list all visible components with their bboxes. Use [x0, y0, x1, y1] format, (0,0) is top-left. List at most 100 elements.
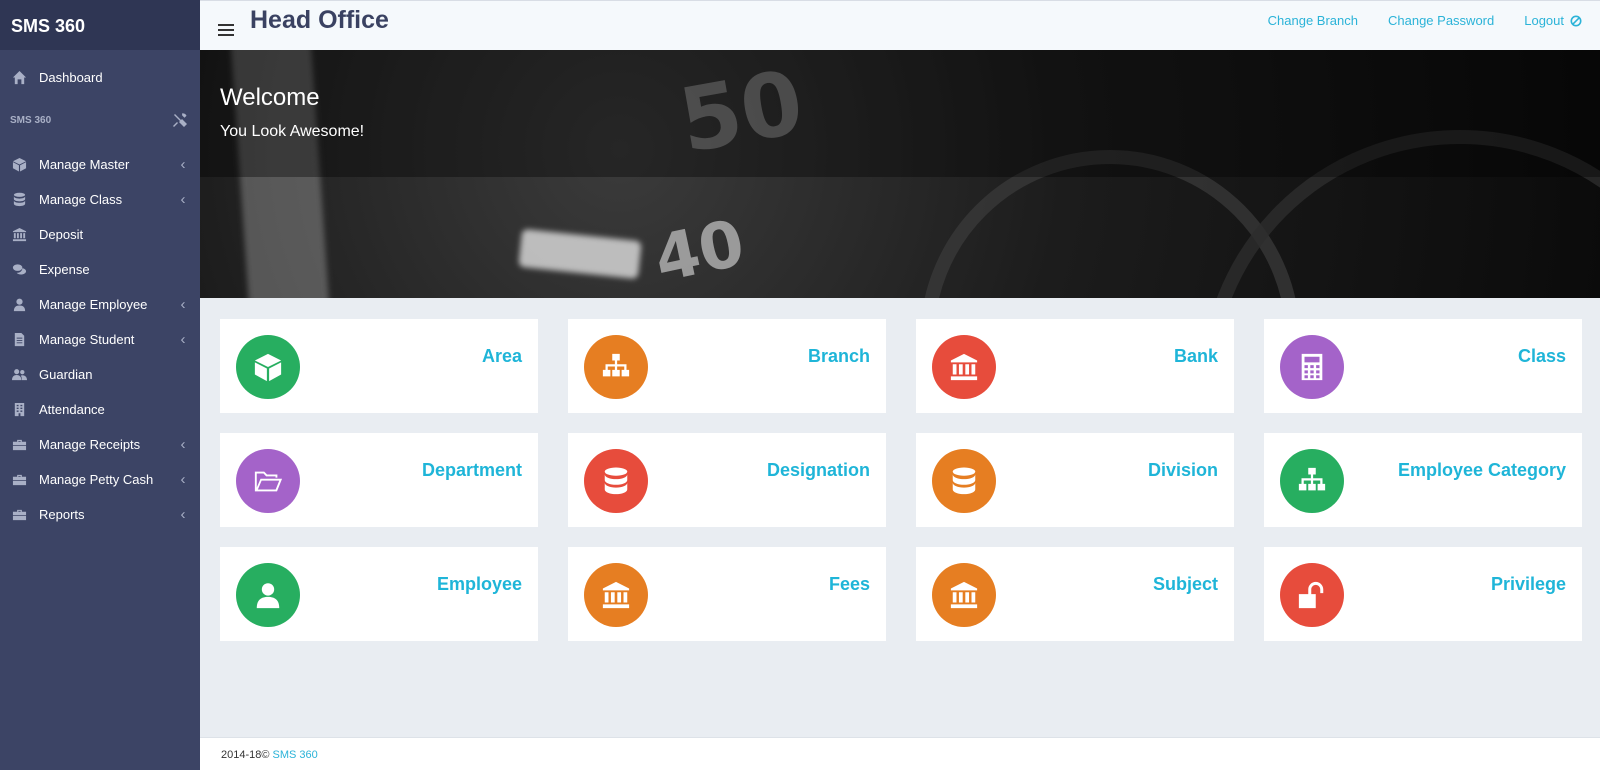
sidebar-icon-wrap	[11, 297, 27, 313]
sidebar-item-expense[interactable]: Expense	[0, 252, 200, 287]
chevron-left-icon: ‹	[180, 191, 186, 208]
sidebar-menu: Manage Master ‹ Manage Class ‹ Deposit Expens…	[0, 147, 200, 532]
banner-dial-number: 40	[648, 206, 751, 298]
page-title: Head Office	[250, 6, 389, 34]
chevron-left-icon: ‹	[180, 436, 186, 453]
database-icon	[949, 466, 979, 496]
tile-fees[interactable]: Fees	[568, 547, 886, 641]
logout-label: Logout	[1524, 13, 1564, 28]
chevron-left-icon: ‹	[180, 156, 186, 173]
tile-label: Privilege	[1490, 574, 1566, 594]
briefcase-icon	[12, 507, 27, 522]
sidebar-item-label: Guardian	[39, 367, 93, 382]
sidebar-item-manage-class[interactable]: Manage Class ‹	[0, 182, 200, 217]
sidebar-item-manage-master[interactable]: Manage Master ‹	[0, 147, 200, 182]
sitemap-icon	[601, 352, 631, 382]
tile-icon-circle	[1280, 563, 1344, 627]
top-navbar: Head Office Change Branch Change Passwor…	[200, 0, 1600, 50]
sidebar-section-label: SMS 360	[10, 114, 52, 126]
tile-label: Department	[421, 460, 522, 480]
tile-subject[interactable]: Subject	[916, 547, 1234, 641]
tools-icon	[172, 112, 188, 128]
tile-employee[interactable]: Employee	[220, 547, 538, 641]
sidebar-item-attendance[interactable]: Attendance	[0, 392, 200, 427]
tile-employee-category[interactable]: Employee Category	[1264, 433, 1582, 527]
sidebar-item-manage-student[interactable]: Manage Student ‹	[0, 322, 200, 357]
logout-link[interactable]: Logout	[1524, 13, 1582, 28]
tile-icon-circle	[236, 449, 300, 513]
briefcase-icon	[12, 437, 27, 452]
footer: 2014-18© SMS 360	[200, 737, 1600, 770]
tile-department[interactable]: Department	[220, 433, 538, 527]
bank-icon	[601, 580, 631, 610]
tile-icon-circle	[932, 335, 996, 399]
chevron-left-icon: ‹	[180, 506, 186, 523]
tile-icon-circle	[236, 563, 300, 627]
tile-label: Designation	[766, 460, 870, 480]
folder-open-icon	[253, 466, 283, 496]
module-tiles-grid: Area Branch Bank Class Department Designation…	[220, 319, 1582, 641]
tile-label: Subject	[1152, 574, 1218, 594]
sidebar-icon-wrap	[11, 227, 27, 243]
sidebar-item-manage-petty-cash[interactable]: Manage Petty Cash ‹	[0, 462, 200, 497]
calculator-icon	[1297, 352, 1327, 382]
tile-class[interactable]: Class	[1264, 319, 1582, 413]
user-icon	[12, 297, 27, 312]
sidebar-item-reports[interactable]: Reports ‹	[0, 497, 200, 532]
sidebar-icon-wrap	[11, 507, 27, 523]
cube-icon	[12, 157, 27, 172]
footer-link[interactable]: SMS 360	[273, 749, 318, 761]
tile-privilege[interactable]: Privilege	[1264, 547, 1582, 641]
sidebar-icon-wrap	[11, 402, 27, 418]
tile-label: Division	[1147, 460, 1218, 480]
tile-label: Employee Category	[1397, 460, 1566, 480]
banner-overlay	[200, 50, 1600, 177]
database-icon	[601, 466, 631, 496]
briefcase-icon	[12, 472, 27, 487]
cube-icon	[253, 352, 283, 382]
banner-subtitle: You Look Awesome!	[220, 123, 365, 140]
tile-branch[interactable]: Branch	[568, 319, 886, 413]
coins-icon	[12, 262, 27, 277]
sidebar-icon-wrap	[11, 262, 27, 278]
logout-icon	[1570, 15, 1582, 26]
sidebar-icon-wrap	[11, 157, 27, 173]
tile-icon-circle	[932, 449, 996, 513]
sidebar-item-dashboard[interactable]: Dashboard	[0, 60, 200, 95]
tile-label: Fees	[828, 574, 870, 594]
tile-icon-circle	[1280, 449, 1344, 513]
sidebar-item-label: Manage Master	[39, 157, 130, 172]
sidebar-item-label: Manage Employee	[39, 297, 148, 312]
tile-label: Employee	[436, 574, 522, 594]
document-icon	[12, 332, 27, 347]
chevron-left-icon: ‹	[180, 471, 186, 488]
sidebar-item-label: Reports	[39, 507, 85, 522]
sidebar-icon-wrap	[11, 332, 27, 348]
change-branch-link[interactable]: Change Branch	[1268, 13, 1358, 28]
sidebar-item-manage-employee[interactable]: Manage Employee ‹	[0, 287, 200, 322]
sidebar-item-deposit[interactable]: Deposit	[0, 217, 200, 252]
building-icon	[12, 402, 27, 417]
tile-icon-circle	[584, 449, 648, 513]
tile-label: Class	[1517, 346, 1566, 366]
sidebar-item-guardian[interactable]: Guardian	[0, 357, 200, 392]
change-password-link[interactable]: Change Password	[1388, 13, 1494, 28]
menu-toggle-icon[interactable]	[218, 23, 234, 36]
tile-designation[interactable]: Designation	[568, 433, 886, 527]
tile-area[interactable]: Area	[220, 319, 538, 413]
sidebar-item-manage-receipts[interactable]: Manage Receipts ‹	[0, 427, 200, 462]
sidebar-icon-wrap	[11, 472, 27, 488]
tile-label: Area	[481, 346, 522, 366]
tile-bank[interactable]: Bank	[916, 319, 1234, 413]
sidebar-item-label: Attendance	[39, 402, 105, 417]
sidebar-icon-wrap	[11, 437, 27, 453]
tile-division[interactable]: Division	[916, 433, 1234, 527]
header-links: Change Branch Change Password Logout	[1268, 13, 1582, 28]
brand-logo[interactable]: SMS 360	[0, 0, 200, 50]
chevron-left-icon: ‹	[180, 331, 186, 348]
tile-label: Bank	[1173, 346, 1218, 366]
sidebar-icon-wrap	[11, 192, 27, 208]
sidebar-item-label: Dashboard	[39, 70, 103, 85]
tile-label: Branch	[807, 346, 870, 366]
tile-icon-circle	[932, 563, 996, 627]
